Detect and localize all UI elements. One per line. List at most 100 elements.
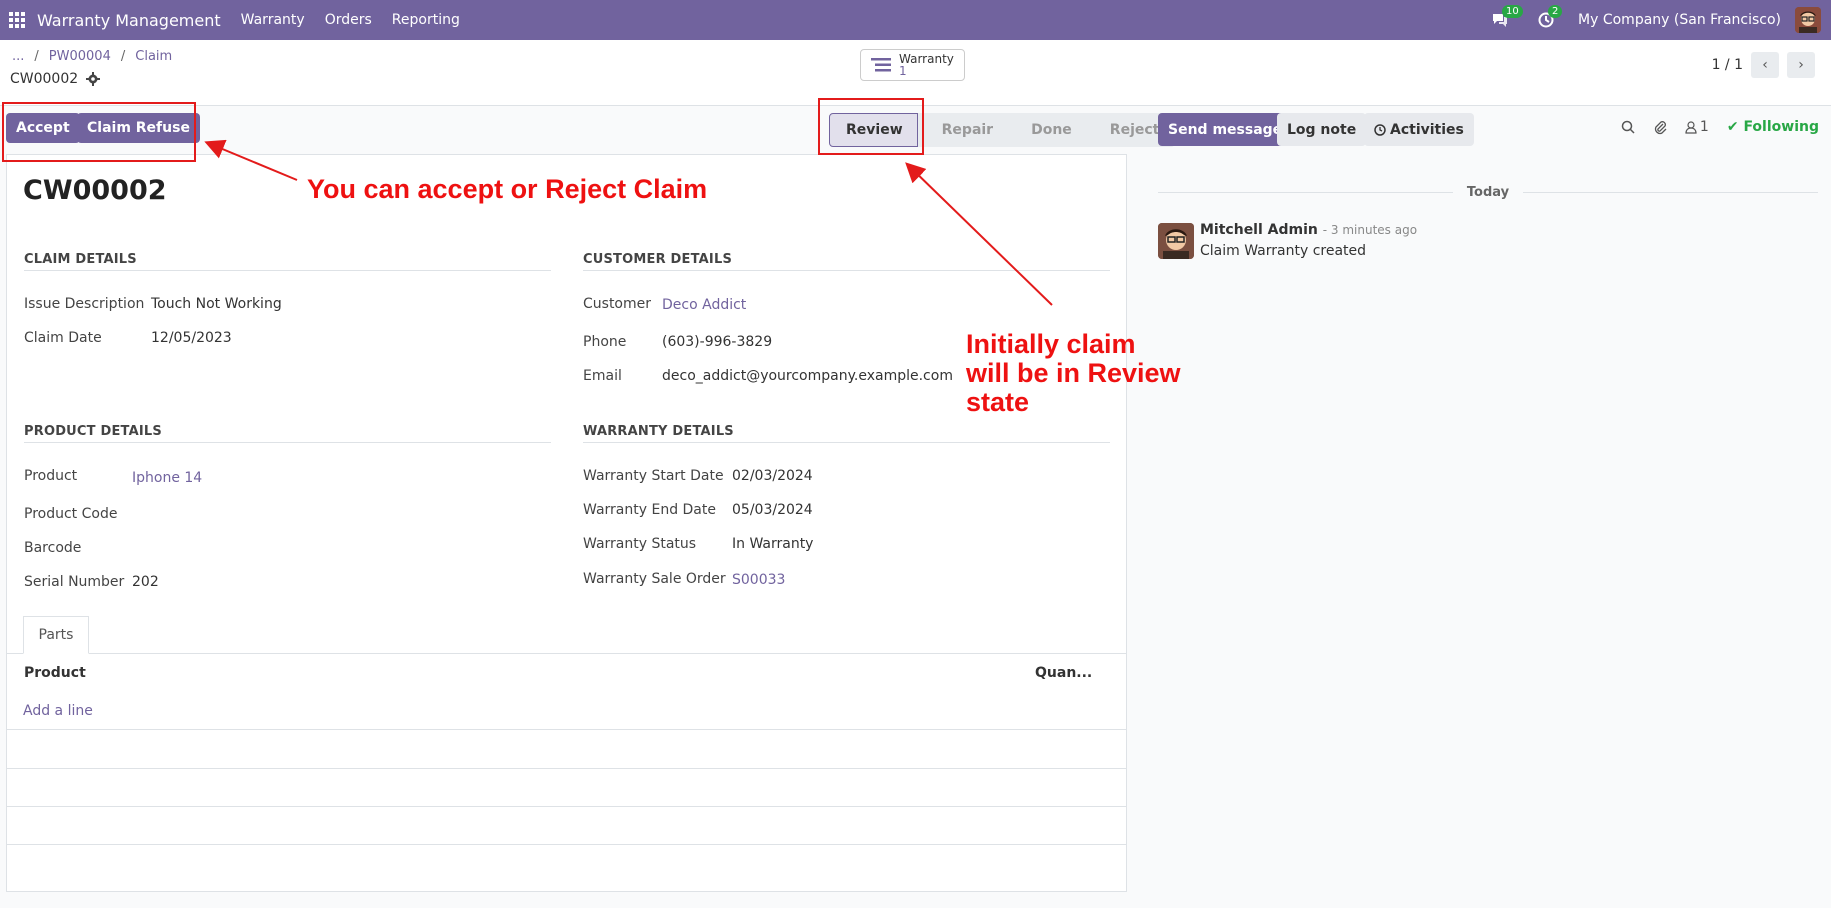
message-time: - 3 minutes ago — [1322, 223, 1418, 237]
customer-link[interactable]: Deco Addict — [662, 297, 746, 313]
following-button[interactable]: ✔ Following — [1727, 119, 1819, 135]
chatter-panel: Send message Log note Activities 1 ✔ Fol… — [1128, 107, 1831, 908]
breadcrumb-separator: / — [120, 49, 126, 64]
breadcrumb-more[interactable]: ... — [12, 49, 24, 64]
send-message-button[interactable]: Send message — [1158, 113, 1293, 146]
barcode-label: Barcode — [24, 540, 82, 556]
menu-reporting[interactable]: Reporting — [392, 12, 460, 28]
warranty-status-field[interactable]: In Warranty — [732, 536, 813, 552]
smart-button-label: Warranty — [899, 52, 954, 66]
customer-label: Customer — [583, 296, 652, 312]
chatter-tools: 1 ✔ Following — [1621, 119, 1819, 135]
user-icon — [1685, 120, 1697, 134]
author-name[interactable]: Mitchell Admin — [1200, 222, 1318, 238]
warranty-status-label: Warranty Status — [583, 536, 697, 552]
add-line-link[interactable]: Add a line — [23, 703, 93, 719]
activities-button[interactable]: 2 — [1532, 0, 1563, 40]
control-panel: ... / PW00004 / Claim CW00002 Warranty 1 … — [0, 40, 1831, 106]
phone-field[interactable]: (603)-996-3829 — [662, 334, 772, 350]
tab-divider — [7, 653, 1126, 654]
product-link[interactable]: Iphone 14 — [132, 470, 202, 486]
today-label: Today — [1466, 185, 1510, 200]
warranty-order-link[interactable]: S00033 — [732, 572, 785, 588]
email-field[interactable]: deco_addict@yourcompany.example.com — [662, 368, 953, 384]
breadcrumb-claim[interactable]: Claim — [135, 49, 172, 64]
author-avatar[interactable] — [1158, 223, 1194, 259]
stage-done[interactable]: Done — [1007, 113, 1086, 147]
annotation-box-actions — [2, 102, 196, 162]
table-row — [7, 768, 1126, 769]
product-details-heading: PRODUCT DETAILS — [24, 424, 162, 439]
divider — [24, 270, 551, 271]
breadcrumb-warranty[interactable]: PW00004 — [49, 49, 111, 64]
divider — [24, 442, 551, 443]
gear-icon[interactable] — [86, 72, 101, 86]
smart-button-count: 1 — [899, 64, 907, 78]
annotation-note-review: Initially claim will be in Review state — [966, 330, 1181, 417]
warranty-details-heading: WARRANTY DETAILS — [583, 424, 734, 439]
claim-date-label: Claim Date — [24, 330, 102, 346]
annotation-line-3: state — [966, 387, 1030, 417]
stage-repair[interactable]: Repair — [917, 113, 1008, 147]
chevron-left-icon[interactable]: ‹ — [1751, 52, 1779, 78]
activities-count-badge: 2 — [1548, 5, 1563, 18]
activities-label: Activities — [1390, 121, 1464, 138]
column-product[interactable]: Product — [24, 665, 86, 681]
warranty-end-label: Warranty End Date — [583, 502, 716, 518]
list-icon — [871, 58, 891, 72]
breadcrumb: ... / PW00004 / Claim — [12, 49, 172, 64]
issue-description-field[interactable]: Touch Not Working — [151, 296, 282, 312]
annotation-line-2: will be in Review — [966, 358, 1181, 388]
warranty-order-label: Warranty Sale Order — [583, 571, 726, 587]
divider — [583, 442, 1110, 443]
issue-description-label: Issue Description — [24, 296, 145, 312]
pager: 1 / 1 ‹ › — [1712, 52, 1815, 78]
messages-count-badge: 10 — [1502, 5, 1523, 18]
warranty-end-field[interactable]: 05/03/2024 — [732, 502, 813, 518]
product-label: Product — [24, 468, 78, 484]
annotation-box-review — [818, 98, 924, 155]
app-title[interactable]: Warranty Management — [37, 11, 221, 30]
warranty-start-field[interactable]: 02/03/2024 — [732, 468, 813, 484]
serial-number-label: Serial Number — [24, 574, 125, 590]
product-code-label: Product Code — [24, 506, 118, 522]
message-author: Mitchell Admin - 3 minutes ago — [1200, 222, 1417, 238]
table-row — [7, 729, 1126, 730]
customer-details-heading: CUSTOMER DETAILS — [583, 252, 733, 267]
apps-menu-icon[interactable] — [0, 0, 34, 40]
company-switcher[interactable]: My Company (San Francisco) — [1578, 12, 1781, 28]
top-navbar: Warranty Management Warranty Orders Repo… — [0, 0, 1831, 40]
annotation-note-accept: You can accept or Reject Claim — [307, 174, 708, 204]
phone-label: Phone — [583, 334, 627, 350]
record-title: CW00002 — [23, 175, 167, 206]
divider — [583, 270, 1110, 271]
menu-orders[interactable]: Orders — [325, 12, 372, 28]
pager-value[interactable]: 1 / 1 — [1712, 57, 1743, 73]
warranty-start-label: Warranty Start Date — [583, 468, 724, 484]
messages-button[interactable]: 10 — [1486, 0, 1523, 40]
date-separator: Today — [1158, 185, 1819, 200]
warranty-smart-button[interactable]: Warranty 1 — [860, 49, 965, 81]
claim-details-heading: CLAIM DETAILS — [24, 252, 137, 267]
message-body: Claim Warranty created — [1200, 243, 1367, 259]
table-row — [7, 844, 1126, 845]
current-record: CW00002 — [10, 71, 101, 87]
paperclip-icon[interactable] — [1653, 120, 1667, 135]
chevron-right-icon[interactable]: › — [1787, 52, 1815, 78]
user-avatar[interactable] — [1795, 7, 1821, 33]
record-name: CW00002 — [10, 71, 79, 87]
serial-number-field[interactable]: 202 — [132, 574, 159, 590]
search-icon[interactable] — [1621, 120, 1635, 134]
tab-parts[interactable]: Parts — [23, 616, 89, 654]
log-note-button[interactable]: Log note — [1277, 113, 1367, 146]
column-quantity[interactable]: Quan... — [1035, 665, 1092, 681]
activities-button[interactable]: Activities — [1364, 113, 1474, 146]
followers-button[interactable]: 1 — [1685, 119, 1709, 135]
menu-warranty[interactable]: Warranty — [241, 12, 305, 28]
followers-count: 1 — [1699, 119, 1709, 135]
following-label: Following — [1743, 119, 1819, 135]
breadcrumb-separator: / — [34, 49, 39, 64]
annotation-line-1: Initially claim — [966, 329, 1136, 359]
table-row — [7, 806, 1126, 807]
claim-date-field[interactable]: 12/05/2023 — [151, 330, 232, 346]
